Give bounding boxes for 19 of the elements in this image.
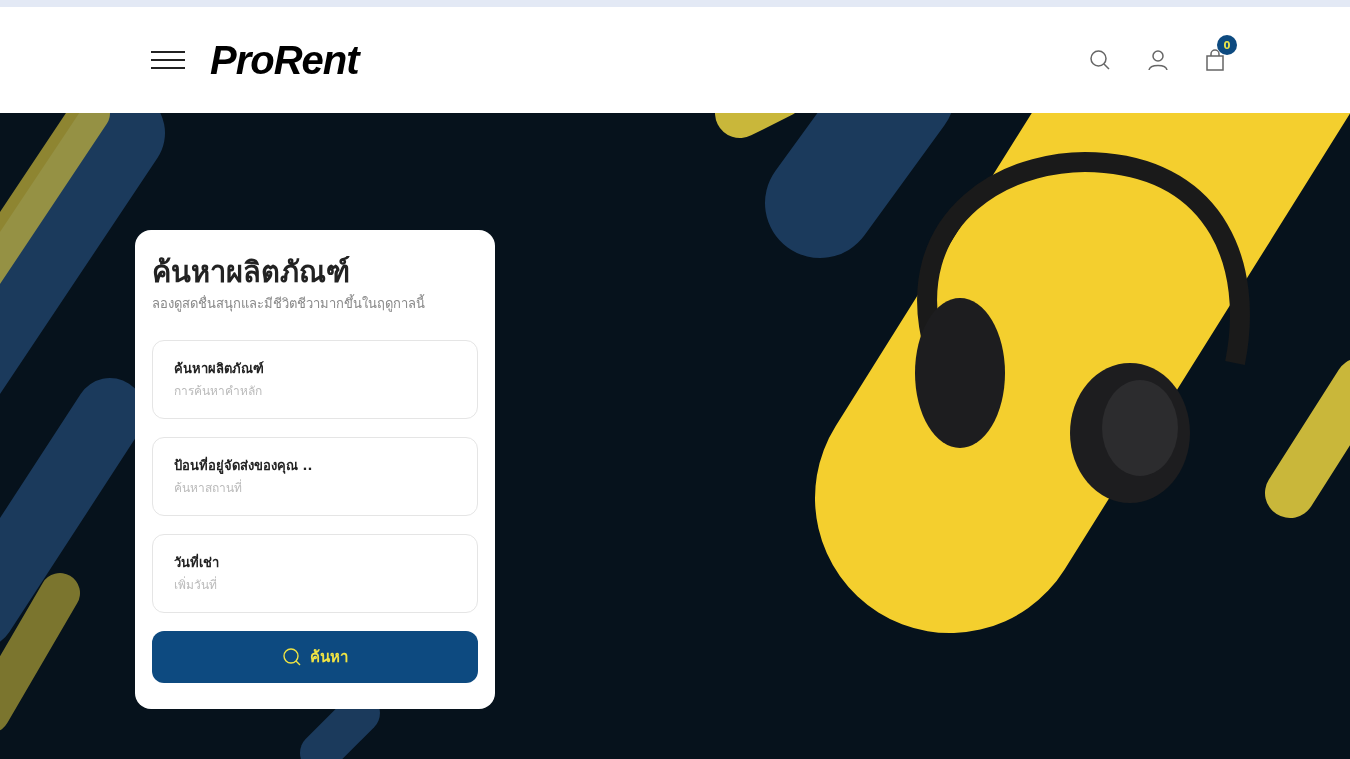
field-input[interactable]: การค้นหาคำหลัก — [174, 382, 456, 400]
field-label: ค้นหาผลิตภัณฑ์ — [174, 359, 265, 378]
search-icon[interactable] — [1089, 49, 1111, 71]
card-subtitle: ลองดูสดชื่นสนุกและมีชีวิตชีวามากขึ้นในฤดูกาลนี้ — [152, 294, 426, 314]
field-label: ป้อนที่อยู่จัดส่งของคุณ .. — [174, 455, 314, 475]
user-icon[interactable] — [1147, 49, 1169, 71]
input-field[interactable]: ป้อนที่อยู่จัดส่งของคุณ .. ค้นหาสถานที่ — [152, 436, 478, 516]
input-field[interactable]: วันที่เช่า เพิ่มวันที่ — [152, 533, 478, 613]
menu-icon[interactable] — [150, 50, 186, 70]
shopping-bag-icon[interactable] — [1205, 49, 1225, 71]
field-input[interactable]: เพิ่มวันที่ — [174, 576, 456, 594]
search-button[interactable]: ค้นหา — [152, 630, 478, 683]
card-title: ค้นหาผลิตภัณฑ์ — [152, 254, 351, 291]
logo[interactable]: ProRent — [210, 30, 359, 90]
input-field[interactable]: ค้นหาผลิตภัณฑ์ การค้นหาคำหลัก — [152, 339, 478, 419]
search-icon — [282, 646, 302, 667]
cart-count-badge: 0 — [1217, 35, 1237, 55]
field-label: วันที่เช่า — [174, 552, 220, 572]
field-input[interactable]: ค้นหาสถานที่ — [174, 479, 456, 497]
